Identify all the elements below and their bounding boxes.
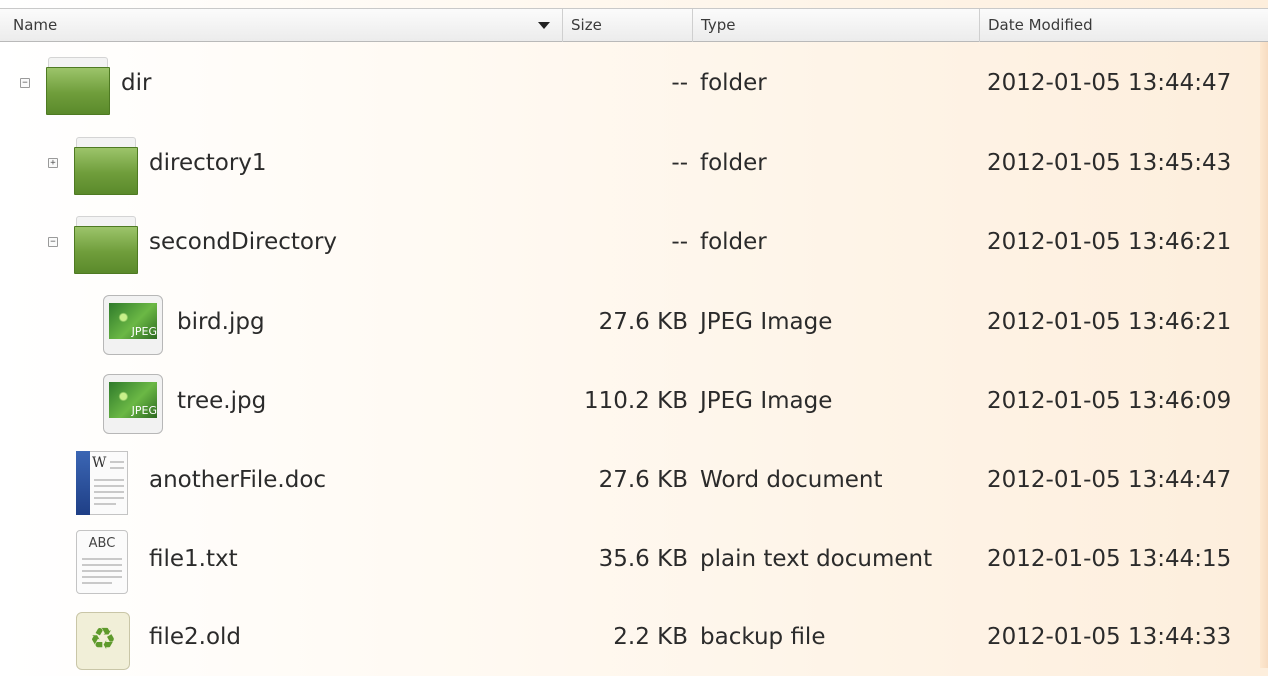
file-row[interactable]: − dir -- folder 2012-01-05 13:44:47 — [0, 44, 1268, 122]
file-date-modified: 2012-01-05 13:46:21 — [987, 229, 1232, 255]
column-header-name[interactable]: Name — [0, 9, 563, 42]
file-size: 27.6 KB — [598, 309, 688, 335]
file-size: 27.6 KB — [598, 467, 688, 493]
column-header-type[interactable]: Type — [693, 9, 980, 42]
file-size: 35.6 KB — [598, 546, 688, 572]
folder-icon — [74, 213, 138, 277]
jpeg-image-icon: JPEG — [101, 293, 165, 357]
jpeg-image-icon: JPEG — [101, 372, 165, 436]
file-size: -- — [671, 229, 688, 255]
file-type: backup file — [700, 624, 826, 650]
file-date-modified: 2012-01-05 13:46:09 — [987, 388, 1232, 414]
file-date-modified: 2012-01-05 13:44:15 — [987, 546, 1232, 572]
file-date-modified: 2012-01-05 13:44:47 — [987, 467, 1232, 493]
file-row[interactable]: − secondDirectory -- folder 2012-01-05 1… — [0, 203, 1268, 281]
file-type: JPEG Image — [700, 309, 833, 335]
file-size: 2.2 KB — [613, 624, 688, 650]
column-header-type-label: Type — [701, 16, 736, 34]
file-type: plain text document — [700, 546, 933, 572]
file-type: folder — [700, 150, 767, 176]
folder-icon — [74, 134, 138, 198]
file-row[interactable]: JPEG bird.jpg 27.6 KB JPEG Image 2012-01… — [0, 283, 1268, 361]
column-header-date-label: Date Modified — [988, 16, 1093, 34]
file-size: -- — [671, 70, 688, 96]
file-name: tree.jpg — [177, 388, 267, 414]
scroll-edge — [1260, 42, 1268, 668]
file-name: directory1 — [149, 150, 267, 176]
file-name: file2.old — [149, 624, 242, 650]
folder-icon — [46, 54, 110, 118]
file-type: JPEG Image — [700, 388, 833, 414]
column-header-date-modified[interactable]: Date Modified — [980, 9, 1268, 42]
sort-descending-icon[interactable] — [538, 22, 550, 29]
file-type: Word document — [700, 467, 883, 493]
expand-toggle[interactable]: + — [48, 158, 58, 168]
file-date-modified: 2012-01-05 13:44:47 — [987, 70, 1232, 96]
column-header-size-label: Size — [571, 16, 602, 34]
collapse-toggle[interactable]: − — [20, 78, 30, 88]
file-row[interactable]: ABC file1.txt 35.6 KB plain text documen… — [0, 520, 1268, 598]
file-name: file1.txt — [149, 546, 238, 572]
file-type: folder — [700, 70, 767, 96]
file-row[interactable]: JPEG tree.jpg 110.2 KB JPEG Image 2012-0… — [0, 362, 1268, 440]
file-date-modified: 2012-01-05 13:44:33 — [987, 624, 1232, 650]
file-size: 110.2 KB — [583, 388, 688, 414]
word-document-icon: W — [70, 451, 134, 515]
file-size: -- — [671, 150, 688, 176]
file-name: dir — [121, 70, 152, 96]
file-name: secondDirectory — [149, 229, 338, 255]
file-name: anotherFile.doc — [149, 467, 327, 493]
column-header-bar: Name Size Type Date Modified — [0, 8, 1268, 42]
backup-file-icon: ♻ — [70, 608, 134, 672]
column-header-name-label: Name — [13, 16, 58, 34]
file-name: bird.jpg — [177, 309, 265, 335]
file-date-modified: 2012-01-05 13:45:43 — [987, 150, 1232, 176]
file-row[interactable]: W anotherFile.doc 27.6 KB Word document … — [0, 441, 1268, 519]
text-document-icon: ABC — [70, 530, 134, 594]
file-row[interactable]: + directory1 -- folder 2012-01-05 13:45:… — [0, 124, 1268, 202]
file-type: folder — [700, 229, 767, 255]
file-row[interactable]: ♻ file2.old 2.2 KB backup file 2012-01-0… — [0, 598, 1268, 676]
file-date-modified: 2012-01-05 13:46:21 — [987, 309, 1232, 335]
column-header-size[interactable]: Size — [563, 9, 693, 42]
collapse-toggle[interactable]: − — [48, 237, 58, 247]
